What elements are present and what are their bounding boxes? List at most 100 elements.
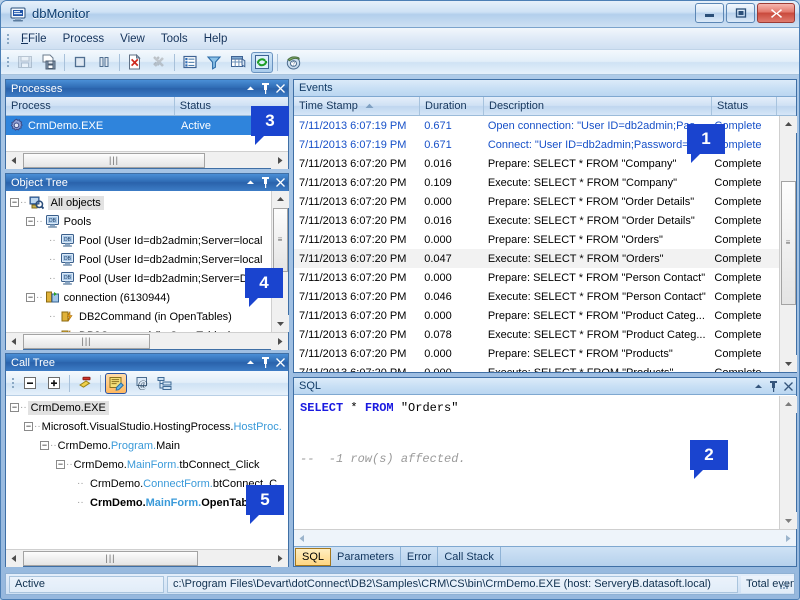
hscroll-thumb[interactable]: |||	[23, 152, 205, 168]
hierarchy-icon[interactable]	[153, 373, 175, 394]
tree-node-pool-3[interactable]: ·· DB Pool (User Id=db2admin;Server=DB2	[6, 269, 271, 288]
resize-grip-icon[interactable]	[778, 579, 790, 591]
table-row[interactable]: 7/11/2013 6:07:20 PM 0.046 Execute: SELE…	[294, 287, 779, 306]
table-row[interactable]: 7/11/2013 6:07:20 PM 0.078 Execute: SELE…	[294, 325, 779, 344]
table-row[interactable]: 7/11/2013 6:07:20 PM 0.000 Execute: SELE…	[294, 363, 779, 373]
tree-node-pool-1[interactable]: ·· DB Pool (User Id=db2admin;Server=loca…	[6, 231, 271, 250]
tab-call-stack[interactable]: Call Stack	[438, 547, 501, 566]
close-icon[interactable]	[276, 84, 285, 93]
tree-node-all-objects[interactable]: − ·· All objects	[6, 193, 271, 212]
toolbar-grip[interactable]	[4, 53, 13, 71]
column-header-status[interactable]: Status	[712, 97, 777, 115]
expander-icon[interactable]: −	[40, 441, 49, 450]
collapse-icon[interactable]	[246, 178, 255, 187]
menu-grip[interactable]	[4, 30, 13, 48]
table-row[interactable]: 7/11/2013 6:07:20 PM 0.000 Prepare: SELE…	[294, 344, 779, 363]
collapse-icon[interactable]	[246, 358, 255, 367]
scroll-up-arrow[interactable]	[779, 396, 797, 413]
menu-item-tools[interactable]: Tools	[153, 30, 196, 48]
call-tree-panel-title[interactable]: Call Tree	[6, 354, 288, 371]
call-tree-node[interactable]: − ·· Microsoft.VisualStudio.HostingProces…	[6, 417, 288, 436]
pin-icon[interactable]	[769, 381, 778, 392]
expander-icon[interactable]: −	[26, 217, 35, 226]
table-row[interactable]: 7/11/2013 6:07:20 PM 0.000 Prepare: SELE…	[294, 306, 779, 325]
collapse-icon[interactable]	[246, 84, 255, 93]
scroll-up-arrow[interactable]	[779, 116, 797, 133]
maximize-button[interactable]	[726, 3, 755, 23]
scroll-right-arrow[interactable]	[779, 529, 796, 547]
expander-icon[interactable]: −	[56, 460, 65, 469]
call-tree-node[interactable]: − ·· CrmDemo. Program. Main	[6, 436, 288, 455]
scroll-left-arrow[interactable]	[6, 549, 23, 567]
close-icon[interactable]	[276, 358, 285, 367]
scroll-up-arrow[interactable]	[271, 191, 289, 208]
filter-icon[interactable]	[203, 52, 225, 73]
clear-icon[interactable]	[148, 52, 170, 73]
call-tree-node[interactable]: − ·· CrmDemo. MainForm. tbConnect_Click	[6, 455, 288, 474]
column-header-duration[interactable]: Duration	[420, 97, 484, 115]
column-header-process[interactable]: Process	[6, 97, 175, 115]
tree-node-command-1[interactable]: ·· DB2Command (in OpenTables)	[6, 307, 271, 326]
save-as-icon[interactable]	[38, 52, 60, 73]
tab-error[interactable]: Error	[401, 547, 439, 566]
expander-icon[interactable]: −	[10, 403, 19, 412]
delete-file-icon[interactable]	[124, 52, 146, 73]
table-row[interactable]: 7/11/2013 6:07:20 PM 0.000 Prepare: SELE…	[294, 192, 779, 211]
events-vscrollbar[interactable]: ≡	[779, 116, 797, 372]
sql-vscrollbar[interactable]	[779, 396, 797, 529]
pause-icon[interactable]	[93, 52, 115, 73]
object-tree-vscrollbar[interactable]: ≡	[271, 191, 289, 332]
menu-item-file[interactable]: FFile	[13, 30, 55, 48]
scroll-left-arrow[interactable]	[294, 529, 311, 547]
call-tree-node[interactable]: − ·· CrmDemo.EXE	[6, 398, 288, 417]
table-row[interactable]: CrmDemo.EXE Active	[6, 116, 288, 135]
column-header-timestamp[interactable]: Time Stamp	[294, 97, 420, 115]
table-row[interactable]: 7/11/2013 6:07:20 PM 0.016 Prepare: SELE…	[294, 154, 779, 173]
object-tree-hscrollbar[interactable]: |||	[6, 332, 288, 350]
scroll-down-arrow[interactable]	[779, 512, 797, 529]
scroll-right-arrow[interactable]	[271, 151, 288, 169]
tree-node-pool-2[interactable]: ·· DB Pool (User Id=db2admin;Server=loca…	[6, 250, 271, 269]
close-button[interactable]	[757, 3, 795, 23]
pin-icon[interactable]	[261, 177, 270, 188]
close-icon[interactable]	[276, 178, 285, 187]
grid-icon[interactable]	[227, 52, 249, 73]
processes-panel-title[interactable]: Processes	[6, 80, 288, 97]
scroll-right-arrow[interactable]	[271, 549, 288, 567]
tree-node-pools[interactable]: − ·· DB Pools	[6, 212, 271, 231]
menu-item-process[interactable]: Process	[55, 30, 113, 48]
save-icon[interactable]	[14, 52, 36, 73]
sql-hscrollbar[interactable]	[294, 529, 796, 547]
goto-icon[interactable]: @	[129, 373, 151, 394]
sql-panel-title[interactable]: SQL	[294, 378, 796, 395]
menu-item-help[interactable]: Help	[196, 30, 236, 48]
scroll-right-arrow[interactable]	[271, 332, 288, 350]
collapse-icon[interactable]	[754, 382, 763, 391]
table-row[interactable]: 7/11/2013 6:07:20 PM 0.000 Prepare: SELE…	[294, 268, 779, 287]
table-row[interactable]: 7/11/2013 6:07:20 PM 0.109 Execute: SELE…	[294, 173, 779, 192]
pin-icon[interactable]	[261, 357, 270, 368]
about-icon[interactable]: ?	[282, 52, 304, 73]
tree-node-connection[interactable]: − ·· connection (6130944)	[6, 288, 271, 307]
menu-item-view[interactable]: View	[112, 30, 153, 48]
hscroll-thumb[interactable]: |||	[23, 550, 198, 566]
table-row[interactable]: 7/11/2013 6:07:20 PM 0.000 Prepare: SELE…	[294, 230, 779, 249]
table-row[interactable]: 7/11/2013 6:07:20 PM 0.016 Execute: SELE…	[294, 211, 779, 230]
edit-source-icon[interactable]	[105, 372, 127, 394]
hscroll-thumb[interactable]: |||	[23, 333, 150, 349]
scroll-down-arrow[interactable]	[271, 315, 289, 332]
scroll-left-arrow[interactable]	[6, 332, 23, 350]
collapse-all-icon[interactable]	[19, 373, 41, 394]
vscroll-thumb[interactable]: ≡	[780, 181, 796, 305]
column-header-description[interactable]: Description	[484, 97, 712, 115]
tab-sql[interactable]: SQL	[295, 548, 332, 566]
stop-icon[interactable]	[69, 52, 91, 73]
clear-marks-icon[interactable]	[74, 373, 96, 394]
column-header-filler[interactable]	[777, 97, 796, 115]
close-icon[interactable]	[784, 382, 793, 391]
scroll-left-arrow[interactable]	[6, 151, 23, 169]
properties-icon[interactable]	[179, 52, 201, 73]
table-row[interactable]: 7/11/2013 6:07:20 PM 0.047 Execute: SELE…	[294, 249, 779, 268]
events-panel-title[interactable]: Events	[294, 80, 796, 97]
pin-icon[interactable]	[261, 83, 270, 94]
